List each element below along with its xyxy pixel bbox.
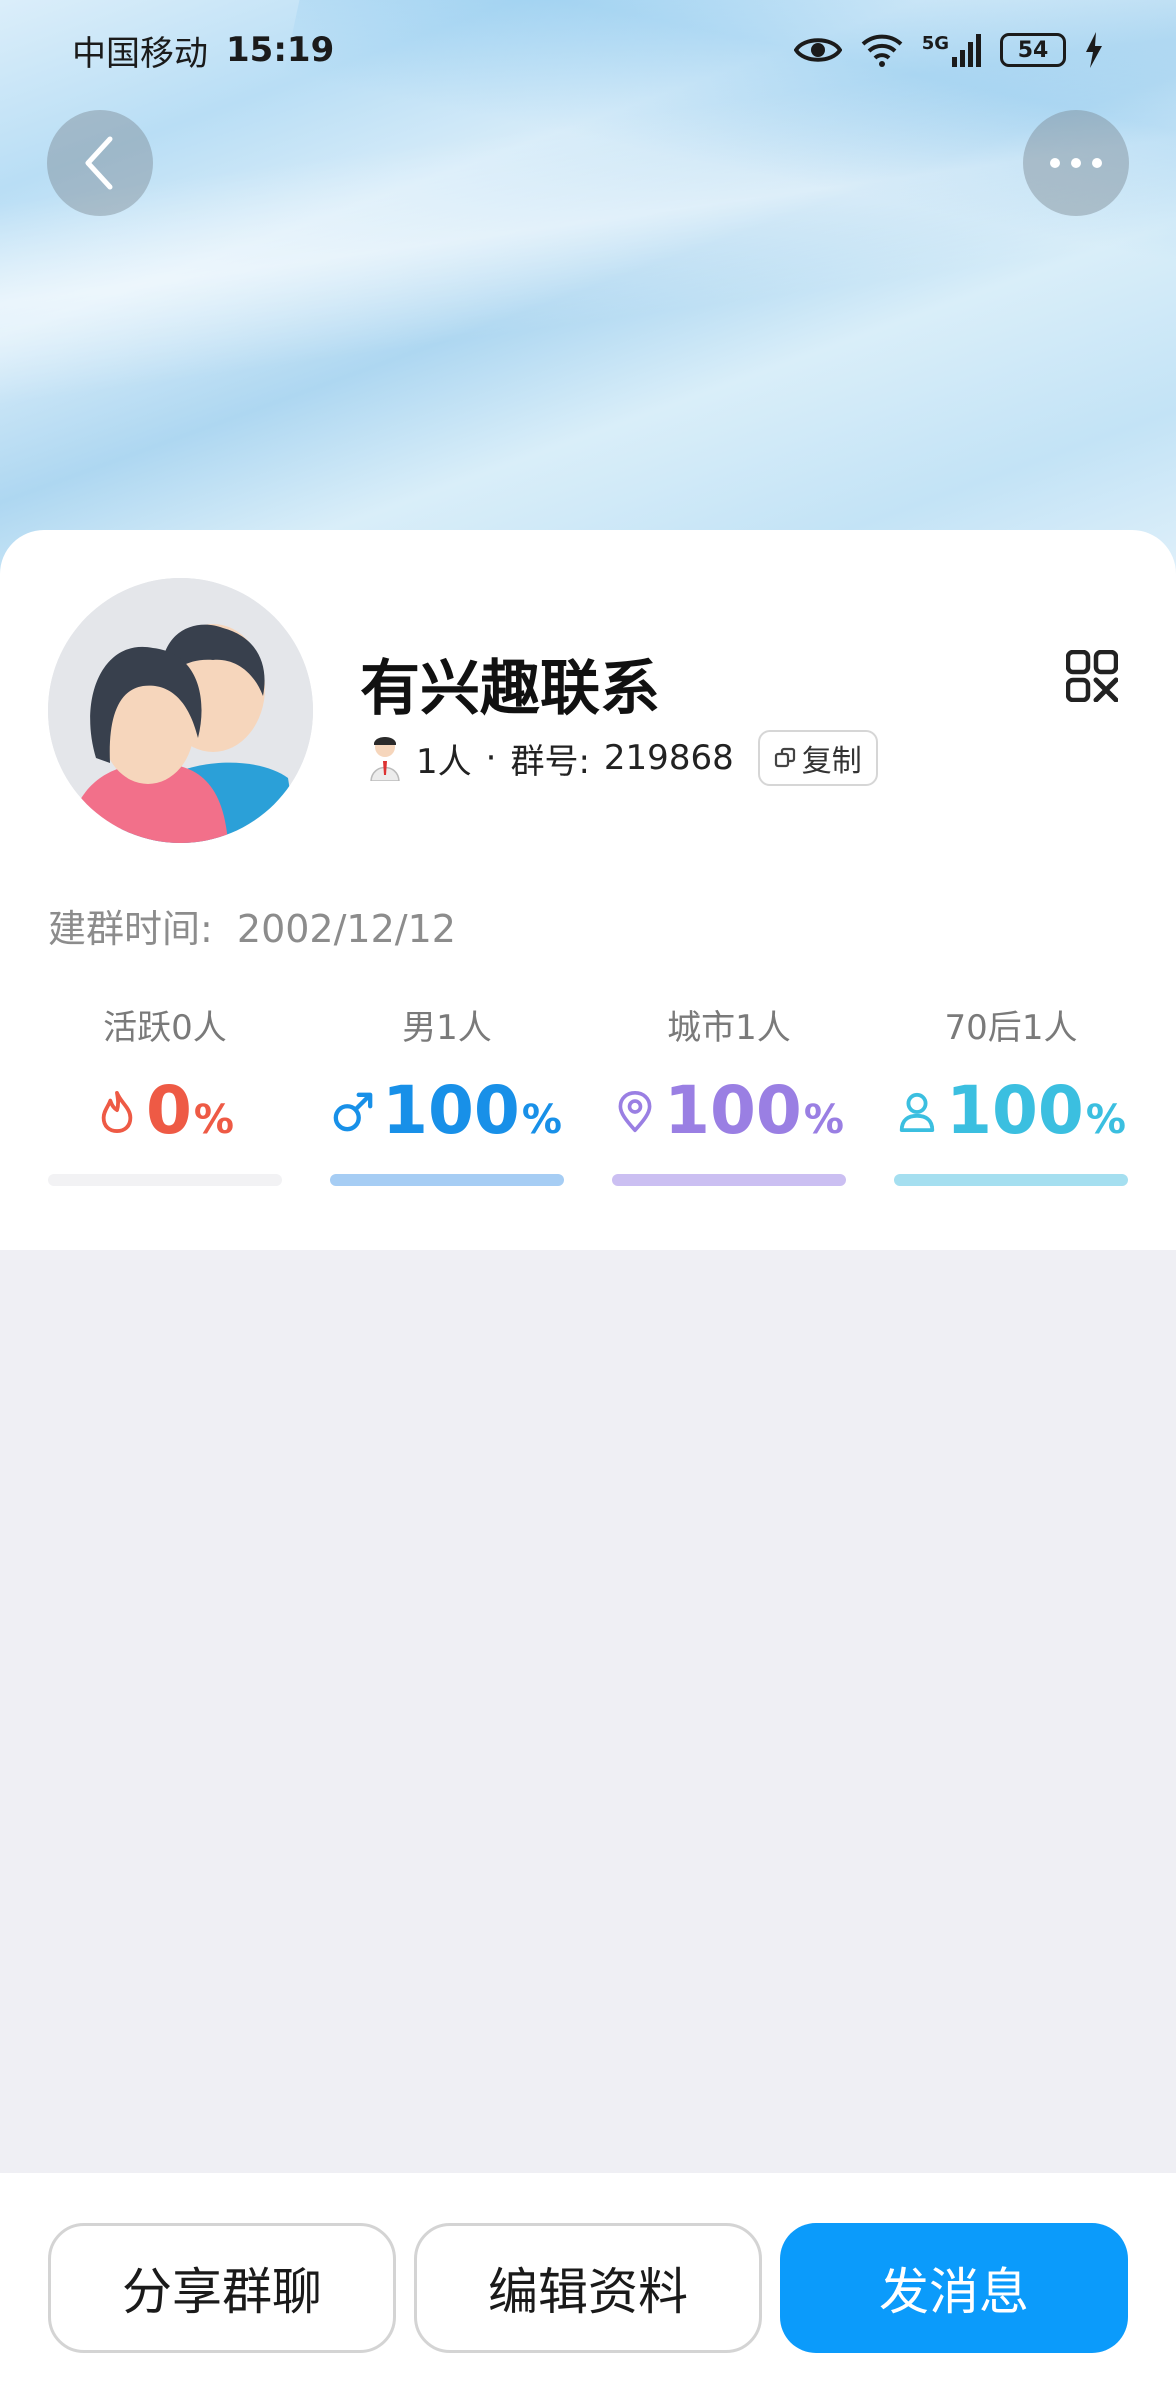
male-icon [333,1092,373,1132]
stat-male: 男1人 100 % [330,1000,564,1186]
stat-active: 活跃0人 0 % [48,1000,282,1186]
stat-label: 活跃 [103,1008,172,1048]
battery-indicator: 54 [1000,33,1066,67]
stat-unit: % [521,1097,562,1143]
status-bar: 中国移动 15:19 5G 54 [0,0,1176,100]
network-type: 5G [921,33,949,54]
status-left: 中国移动 15:19 [72,26,334,75]
stat-age: 70后1人 100 % [894,1000,1128,1186]
stat-unit: % [1085,1097,1126,1143]
stat-value: 100 [382,1072,520,1149]
stat-bar [612,1174,846,1186]
stat-count: 0人 [171,1008,227,1048]
copy-label: 复制 [801,744,862,779]
stat-value: 0 [145,1072,192,1149]
group-info-card: 有兴趣联系 1人 · 群号: 219868 复制 建群时间: 2002/12/1… [0,530,1176,1250]
edit-profile-button[interactable]: 编辑资料 [414,2223,762,2353]
copy-button[interactable]: 复制 [757,730,878,786]
eye-icon [793,38,842,62]
charging-icon [1086,32,1102,68]
group-id: 219868 [603,738,734,778]
stat-bar [48,1174,282,1186]
member-count: 1人 [416,741,472,782]
stat-value: 100 [664,1072,802,1149]
stat-value: 100 [946,1072,1084,1149]
created-info: 建群时间: 2002/12/12 [48,898,456,953]
stat-label: 70后 [944,1008,1022,1048]
member-stats: 活跃0人 0 % 男1人 100 % 城市1人 100 % 70后1人 100 … [48,1000,1128,1186]
location-pin-icon [618,1091,652,1133]
stat-bar [894,1174,1128,1186]
signal-indicator: 5G [922,33,982,67]
chevron-left-icon [85,136,113,190]
stat-count: 1人 [735,1008,791,1048]
member-avatar-icon [370,737,400,781]
stat-city: 城市1人 100 % [612,1000,846,1186]
stat-unit: % [193,1097,234,1143]
group-name: 有兴趣联系 [360,654,660,724]
bottom-action-bar: 分享群聊 编辑资料 发消息 [0,2173,1176,2400]
group-avatar[interactable] [48,578,313,843]
group-id-label: 群号: [510,741,590,782]
more-horizontal-icon [1050,158,1102,168]
stat-label: 男 [402,1008,437,1048]
group-meta: 1人 · 群号: 219868 复制 [368,730,878,786]
flame-icon [101,1091,133,1133]
send-message-button[interactable]: 发消息 [780,2223,1128,2353]
stat-count: 1人 [436,1008,492,1048]
stat-bar [330,1174,564,1186]
created-label: 建群时间: [48,907,213,951]
status-right: 5G 54 [793,32,1104,68]
stat-unit: % [803,1097,844,1143]
back-button[interactable] [47,110,153,216]
stat-count: 1人 [1021,1008,1078,1048]
qr-code-icon[interactable] [1066,650,1118,702]
carrier-name: 中国移动 [72,33,208,74]
meta-separator: · [485,738,497,778]
signal-icon [952,34,981,67]
person-icon [899,1092,935,1133]
created-date: 2002/12/12 [236,907,456,951]
status-time: 15:19 [226,30,335,70]
wifi-icon [861,34,903,67]
copy-icon [774,747,795,768]
more-button[interactable] [1023,110,1129,216]
group-people-icon [48,578,313,843]
stat-label: 城市 [667,1008,736,1048]
share-group-button[interactable]: 分享群聊 [48,2223,396,2353]
